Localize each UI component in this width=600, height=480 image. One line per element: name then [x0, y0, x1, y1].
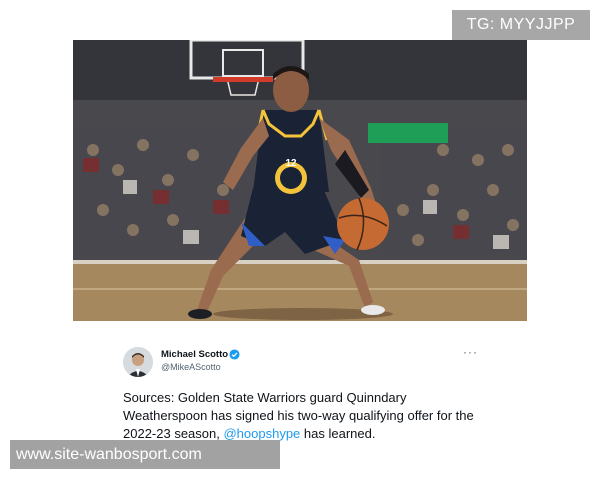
avatar[interactable] — [123, 347, 153, 377]
author-name[interactable]: Michael Scotto — [161, 349, 228, 360]
tweet-text: Sources: Golden State Warriors guard Qui… — [123, 389, 483, 443]
watermark-bottom-left: www.site-wanbosport.com — [10, 440, 280, 469]
jersey-number: 12 — [285, 158, 297, 169]
verified-badge-icon — [229, 349, 240, 360]
basketball-photo: 12 — [73, 40, 527, 321]
watermark-top-right: TG: MYYJJPP — [452, 10, 590, 40]
tweet-body-tail: has learned. — [300, 426, 376, 441]
mention-link[interactable]: @hoopshype — [223, 426, 300, 441]
more-options-icon[interactable]: ··· — [463, 345, 478, 359]
author-handle[interactable]: @MikeAScotto — [161, 362, 221, 372]
